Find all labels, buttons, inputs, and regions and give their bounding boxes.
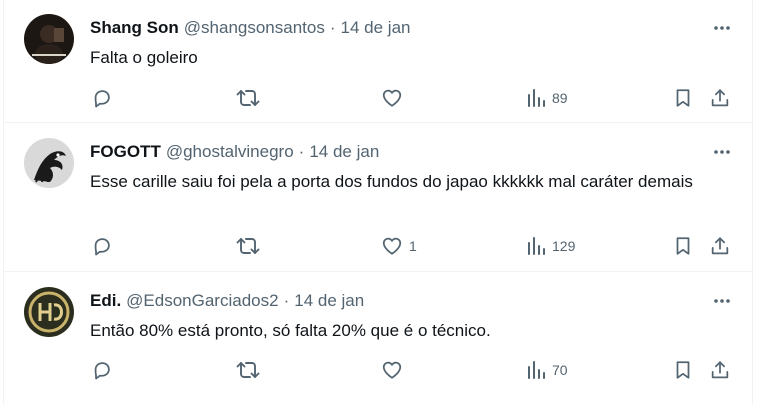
tweet[interactable]: Edi. @EdsonGarciados2 · 14 de jan Então … xyxy=(4,273,752,404)
share-icon xyxy=(709,359,731,381)
share-icon xyxy=(709,235,731,257)
tweet[interactable]: FOGOTT @ghostalvinegro · 14 de jan Esse … xyxy=(4,124,752,272)
reply-button[interactable] xyxy=(91,358,119,382)
display-name[interactable]: FOGOTT xyxy=(90,142,161,162)
separator: · xyxy=(283,291,290,310)
like-button[interactable] xyxy=(381,86,409,110)
tweet-header: FOGOTT @ghostalvinegro · 14 de jan xyxy=(90,141,379,163)
separator: · xyxy=(298,142,305,161)
share-icon xyxy=(709,87,731,109)
reply-icon xyxy=(91,359,113,381)
timestamp[interactable]: 14 de jan xyxy=(309,142,379,162)
retweet-icon xyxy=(236,359,260,381)
heart-icon xyxy=(381,235,403,257)
bookmark-button[interactable] xyxy=(672,86,694,110)
display-name[interactable]: Shang Son xyxy=(90,18,179,38)
retweet-icon xyxy=(236,235,260,257)
views-button[interactable]: 129 xyxy=(526,234,575,258)
tweet-header: Edi. @EdsonGarciados2 · 14 de jan xyxy=(90,290,364,312)
reply-button[interactable] xyxy=(91,86,119,110)
user-handle[interactable]: @EdsonGarciados2 xyxy=(126,291,278,311)
tweet-text: Falta o goleiro xyxy=(90,48,198,67)
action-bar: 70 xyxy=(4,358,752,382)
share-button[interactable] xyxy=(709,234,731,258)
display-name[interactable]: Edi. xyxy=(90,291,121,311)
view-count: 129 xyxy=(552,238,576,254)
more-dots-icon[interactable] xyxy=(710,289,734,313)
user-handle[interactable]: @shangsonsantos xyxy=(184,18,325,38)
avatar[interactable] xyxy=(24,287,74,337)
share-button[interactable] xyxy=(709,358,731,382)
more-dots-icon[interactable] xyxy=(710,140,734,164)
avatar[interactable] xyxy=(24,138,74,188)
avatar[interactable] xyxy=(24,14,74,64)
bookmark-icon xyxy=(672,235,694,257)
share-button[interactable] xyxy=(709,86,731,110)
bookmark-button[interactable] xyxy=(672,234,694,258)
retweet-button[interactable] xyxy=(236,234,266,258)
views-button[interactable]: 70 xyxy=(526,358,568,382)
reply-icon xyxy=(91,87,113,109)
bookmark-button[interactable] xyxy=(672,358,694,382)
tweet-text: Esse carille saiu foi pela a porta dos f… xyxy=(90,172,693,191)
retweet-button[interactable] xyxy=(236,86,266,110)
action-bar: 89 xyxy=(4,86,752,110)
separator: · xyxy=(329,18,336,37)
views-icon xyxy=(526,87,546,109)
like-button[interactable]: 1 xyxy=(381,234,417,258)
view-count: 89 xyxy=(552,90,568,106)
reply-button[interactable] xyxy=(91,234,119,258)
tweet-text: Então 80% está pronto, só falta 20% que … xyxy=(90,321,491,340)
reply-icon xyxy=(91,235,113,257)
like-count: 1 xyxy=(409,238,417,254)
views-icon xyxy=(526,235,546,257)
bookmark-icon xyxy=(672,87,694,109)
views-icon xyxy=(526,359,546,381)
column-border-right xyxy=(752,0,753,404)
bookmark-icon xyxy=(672,359,694,381)
more-dots-icon[interactable] xyxy=(710,16,734,40)
timestamp[interactable]: 14 de jan xyxy=(341,18,411,38)
timestamp[interactable]: 14 de jan xyxy=(294,291,364,311)
heart-icon xyxy=(381,359,403,381)
view-count: 70 xyxy=(552,362,568,378)
like-button[interactable] xyxy=(381,358,409,382)
heart-icon xyxy=(381,87,403,109)
action-bar: 1 129 xyxy=(4,234,752,258)
user-handle[interactable]: @ghostalvinegro xyxy=(166,142,294,162)
retweet-icon xyxy=(236,87,260,109)
reply-feed: Shang Son @shangsonsantos · 14 de jan Fa… xyxy=(0,0,760,404)
views-button[interactable]: 89 xyxy=(526,86,568,110)
retweet-button[interactable] xyxy=(236,358,266,382)
tweet[interactable]: Shang Son @shangsonsantos · 14 de jan Fa… xyxy=(4,0,752,123)
tweet-header: Shang Son @shangsonsantos · 14 de jan xyxy=(90,17,410,39)
